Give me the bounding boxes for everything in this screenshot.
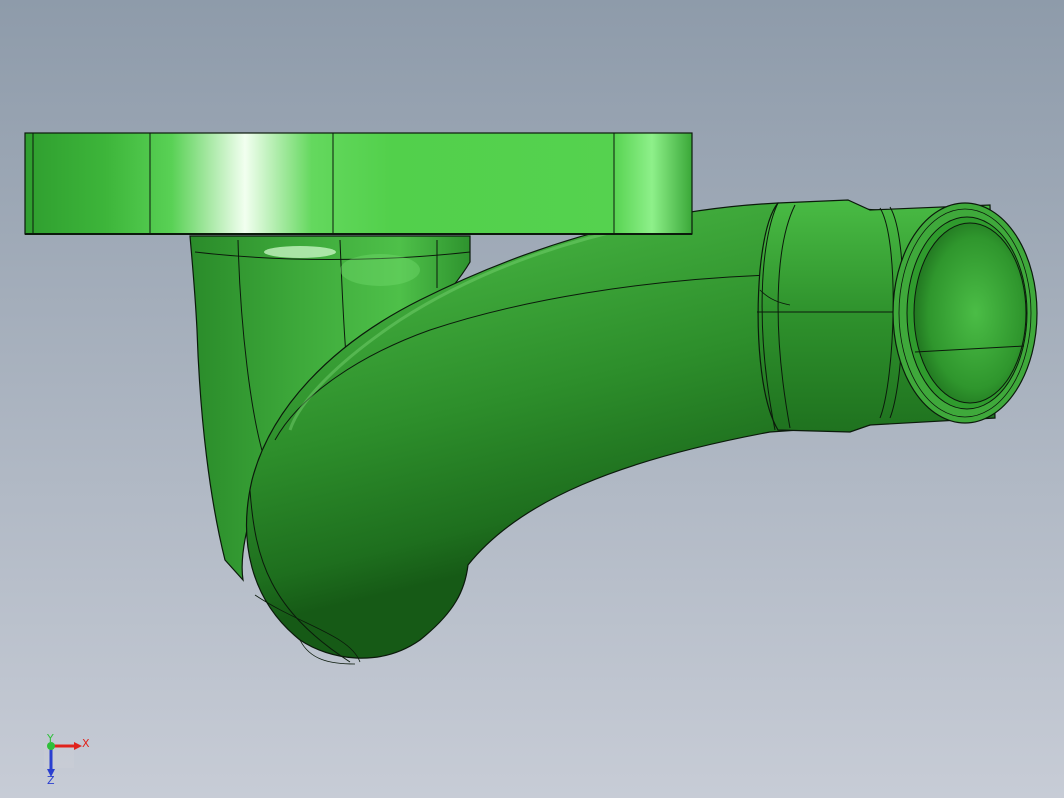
model-view[interactable]: X Y Z: [0, 0, 1064, 798]
cad-graphics-area[interactable]: X Y Z: [0, 0, 1064, 798]
mounting-flange[interactable]: [24, 132, 693, 235]
y-axis-label: Y: [46, 732, 54, 745]
outlet-cuff[interactable]: [757, 199, 1038, 433]
x-axis-label: X: [82, 737, 90, 750]
z-axis-label: Z: [47, 774, 55, 787]
